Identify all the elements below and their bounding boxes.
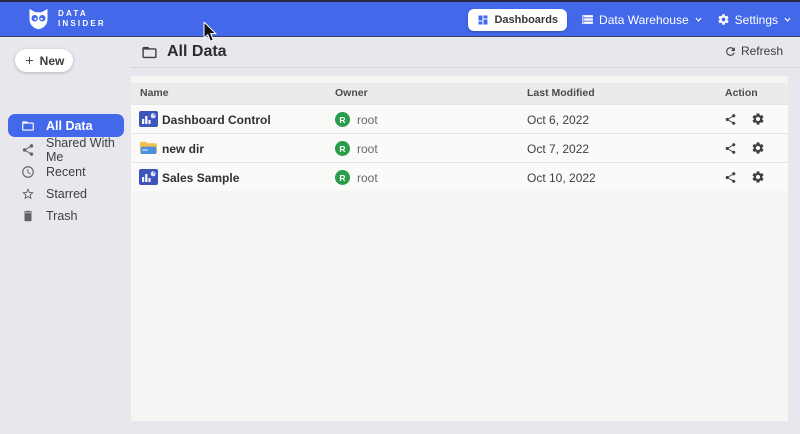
table-body: Dashboard Control R root Oct 6, 2022 <box>131 104 788 191</box>
share-action-icon[interactable] <box>724 171 737 189</box>
data-warehouse-label: Data Warehouse <box>599 13 689 27</box>
owner-name: root <box>357 142 378 156</box>
column-header-name: Name <box>140 87 169 99</box>
sidebar-item-all-data[interactable]: All Data <box>8 114 124 137</box>
dashboard-grid-icon <box>477 14 489 26</box>
chevron-down-icon <box>694 15 703 24</box>
trash-icon <box>20 208 36 224</box>
dashboard-file-icon <box>139 169 158 190</box>
sidebar: New All Data Shared With Me Recent Starr… <box>0 37 131 434</box>
folder-icon <box>20 118 36 134</box>
settings-menu[interactable]: Settings <box>717 13 792 27</box>
share-action-icon[interactable] <box>724 113 737 131</box>
table-row[interactable]: Sales Sample R root Oct 10, 2022 <box>131 162 788 191</box>
file-name: Sales Sample <box>162 171 239 185</box>
page-title: All Data <box>167 43 227 61</box>
sidebar-item-label: Recent <box>46 165 86 179</box>
share-icon <box>20 142 36 158</box>
sidebar-item-starred[interactable]: Starred <box>8 182 124 205</box>
settings-action-icon[interactable] <box>751 112 765 131</box>
app-header: DATA INSIDER Dashboards Data Warehouse S… <box>0 2 800 37</box>
owner-avatar: R <box>335 170 350 185</box>
file-name: Dashboard Control <box>162 113 271 127</box>
file-table-card: Name Owner Last Modified Action Dashboar… <box>131 76 788 421</box>
owl-logo-icon <box>26 7 51 31</box>
refresh-icon <box>724 45 737 58</box>
table-header-row: Name Owner Last Modified Action <box>131 83 788 104</box>
owner-avatar: R <box>335 112 350 127</box>
chevron-down-icon <box>783 15 792 24</box>
owner-name: root <box>357 113 378 127</box>
refresh-button[interactable]: Refresh <box>724 44 783 58</box>
last-modified: Oct 7, 2022 <box>527 142 589 156</box>
settings-label: Settings <box>735 13 778 27</box>
settings-action-icon[interactable] <box>751 170 765 189</box>
last-modified: Oct 10, 2022 <box>527 171 596 185</box>
new-button-label: New <box>40 54 65 68</box>
folder-icon <box>141 44 158 61</box>
sidebar-item-label: All Data <box>46 119 93 133</box>
dashboard-file-icon <box>139 111 158 132</box>
new-button[interactable]: New <box>15 49 73 72</box>
page-title-bar: All Data Refresh <box>131 37 800 68</box>
last-modified: Oct 6, 2022 <box>527 113 589 127</box>
sidebar-item-shared-with-me[interactable]: Shared With Me <box>8 138 124 161</box>
clock-icon <box>20 164 36 180</box>
data-warehouse-menu[interactable]: Data Warehouse <box>581 13 703 27</box>
table-row[interactable]: Dashboard Control R root Oct 6, 2022 <box>131 104 788 133</box>
owner-name: root <box>357 171 378 185</box>
sidebar-item-trash[interactable]: Trash <box>8 204 124 227</box>
star-icon <box>20 186 36 202</box>
column-header-modified: Last Modified <box>527 87 595 99</box>
settings-action-icon[interactable] <box>751 141 765 160</box>
dashboards-label: Dashboards <box>494 14 558 26</box>
sidebar-item-recent[interactable]: Recent <box>8 160 124 183</box>
folder-file-icon <box>139 140 158 161</box>
column-header-action: Action <box>725 87 758 99</box>
table-row[interactable]: new dir R root Oct 7, 2022 <box>131 133 788 162</box>
brand-name: DATA INSIDER <box>58 9 106 29</box>
owner-avatar: R <box>335 141 350 156</box>
dashboards-button[interactable]: Dashboards <box>468 9 567 31</box>
sidebar-item-label: Starred <box>46 187 87 201</box>
file-name: new dir <box>162 142 204 156</box>
sidebar-item-label: Trash <box>46 209 78 223</box>
database-icon <box>581 13 594 26</box>
share-action-icon[interactable] <box>724 142 737 160</box>
gear-icon <box>717 13 730 26</box>
refresh-label: Refresh <box>741 44 783 58</box>
column-header-owner: Owner <box>335 87 368 99</box>
plus-icon <box>24 55 35 66</box>
